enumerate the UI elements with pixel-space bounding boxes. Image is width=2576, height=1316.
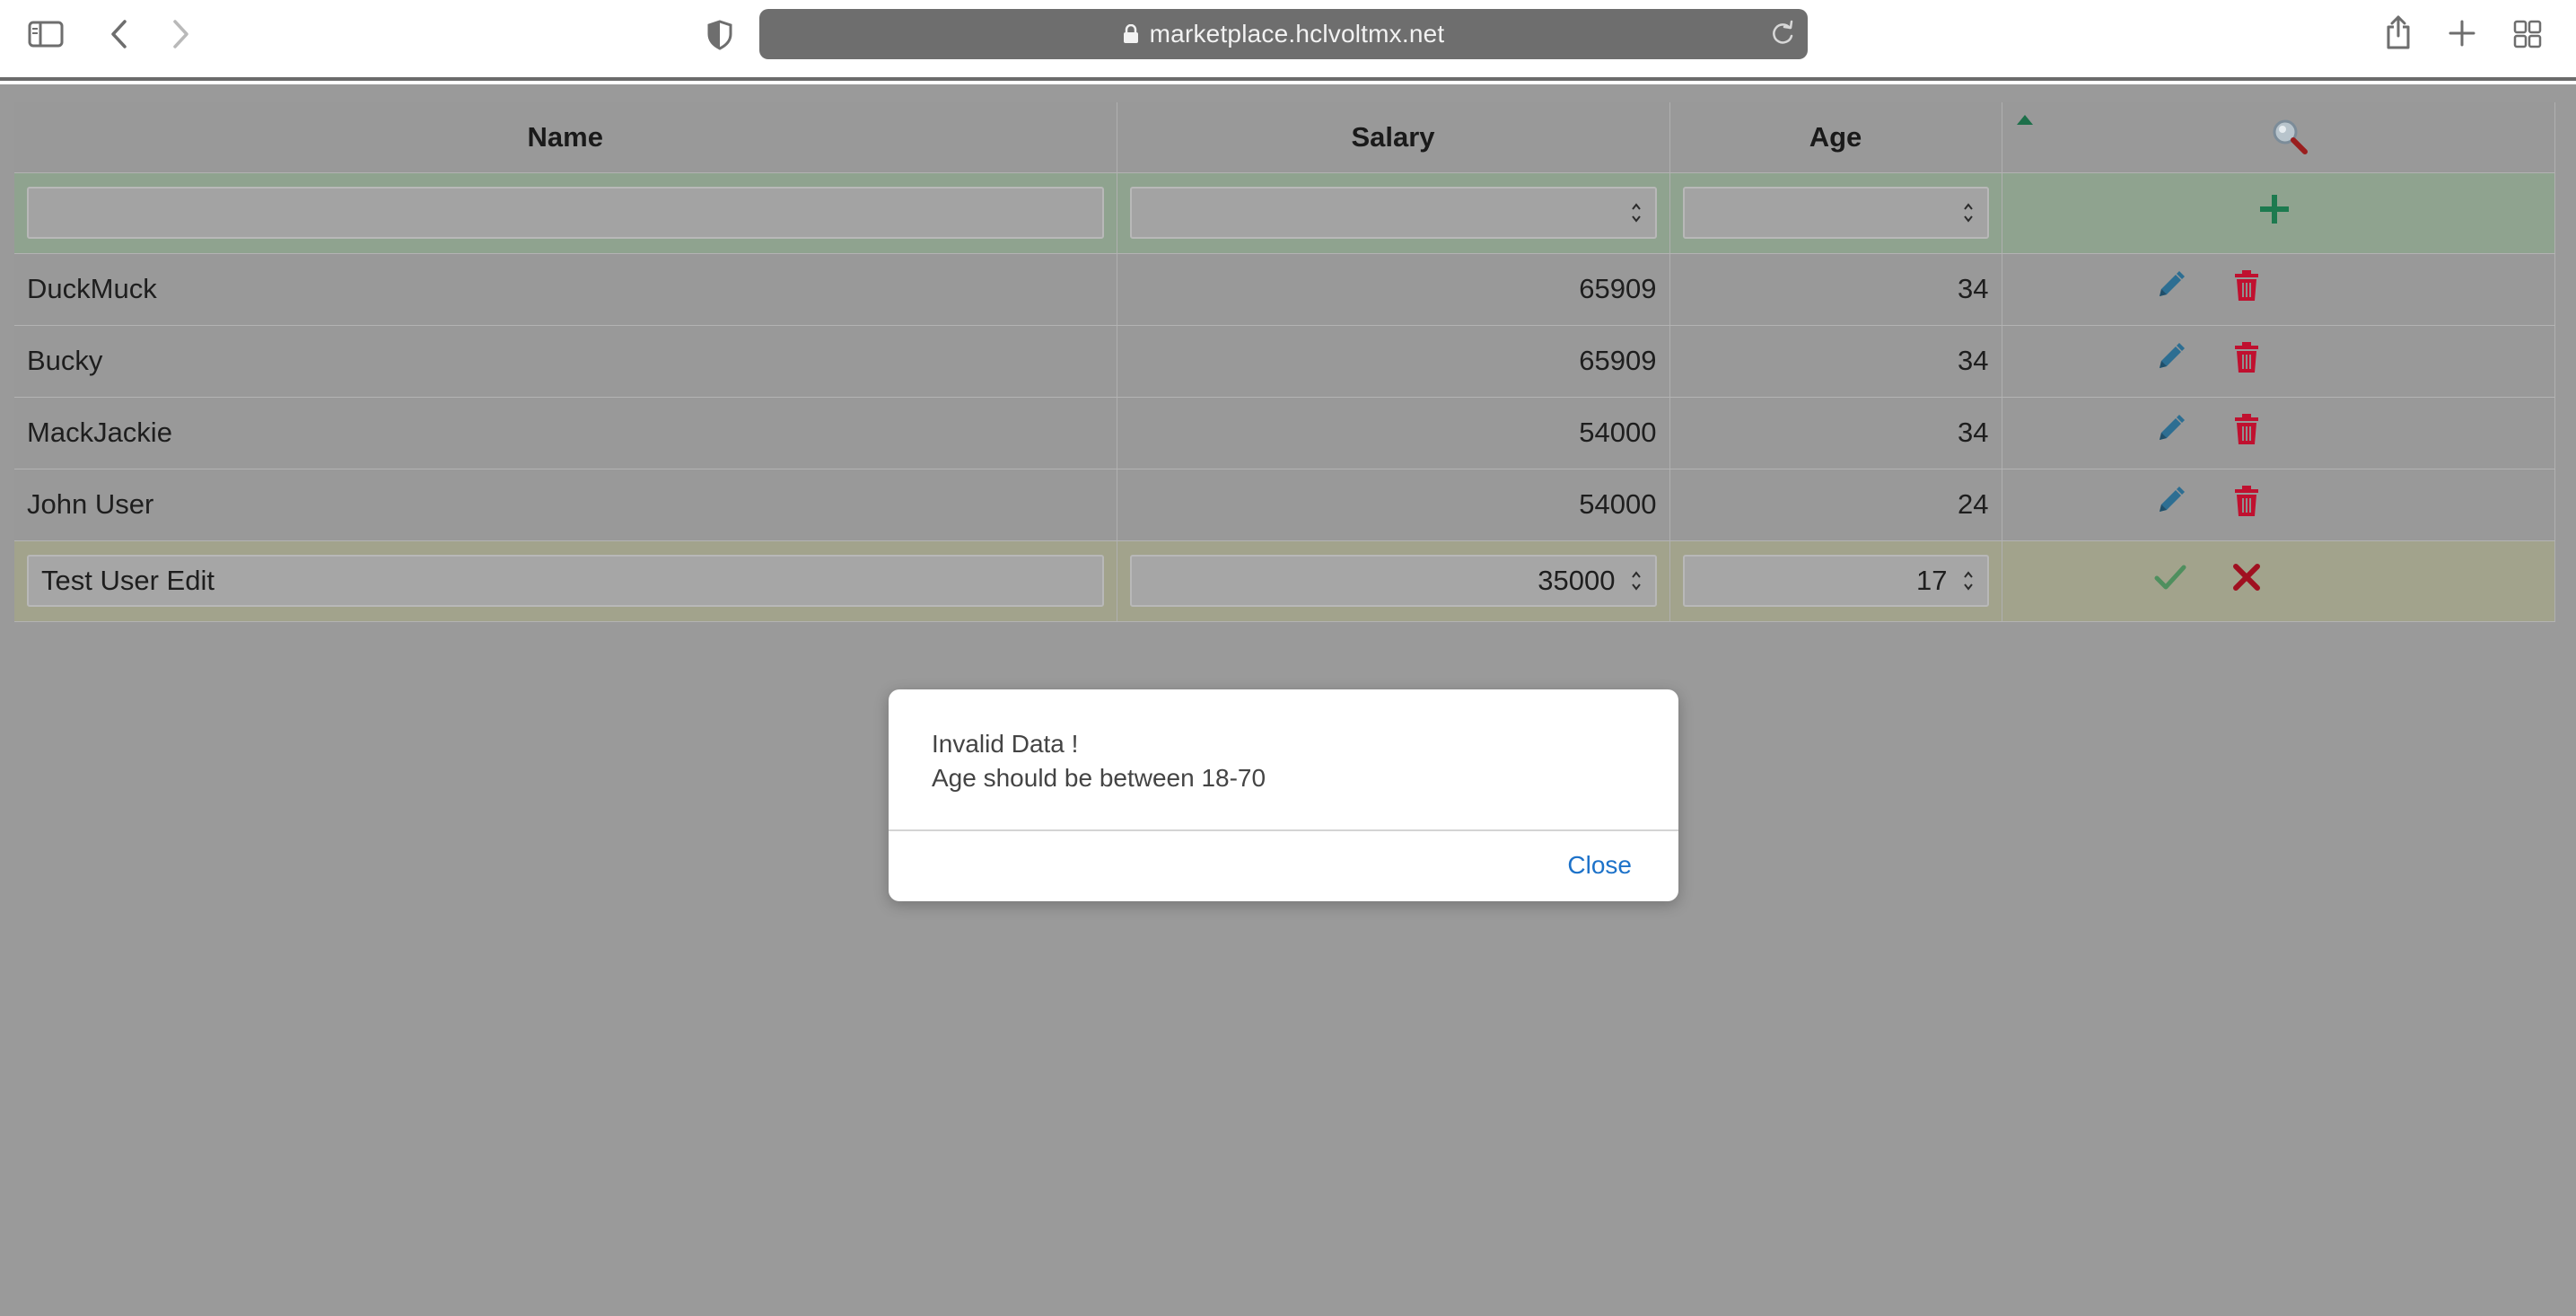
- browser-toolbar: marketplace.hclvoltmx.net: [0, 0, 2576, 81]
- table-row[interactable]: DuckMuck 65909 34: [14, 253, 2555, 326]
- address-bar[interactable]: marketplace.hclvoltmx.net: [759, 9, 1808, 59]
- header-row: Name Salary Age: [14, 102, 2555, 173]
- table-row[interactable]: MackJackie 54000 34: [14, 397, 2555, 469]
- column-header-actions: [2002, 102, 2555, 173]
- lock-icon: [1123, 24, 1139, 44]
- shield-icon[interactable]: [704, 18, 736, 52]
- cell-salary: 65909: [1117, 325, 1670, 398]
- edit-age-value: 17: [1916, 565, 1948, 596]
- spinner-icon[interactable]: [1962, 200, 1975, 225]
- sidebar-icon[interactable]: [27, 20, 65, 48]
- new-name-input[interactable]: [27, 187, 1104, 239]
- data-grid: Name Salary Age DuckMuck 65909 34 Bucky …: [14, 102, 2555, 622]
- plus-icon[interactable]: [2257, 192, 2291, 226]
- new-age-input[interactable]: [1682, 187, 1989, 239]
- search-icon[interactable]: [2270, 117, 2309, 163]
- url-text: marketplace.hclvoltmx.net: [1149, 20, 1445, 48]
- dialog-divider: [889, 829, 1678, 831]
- column-header-name[interactable]: Name: [14, 102, 1117, 173]
- tab-grid-icon[interactable]: [2511, 18, 2544, 50]
- edit-name-input[interactable]: Test User Edit: [27, 555, 1104, 607]
- chevron-left-icon[interactable]: [104, 16, 133, 52]
- new-salary-input[interactable]: [1129, 187, 1657, 239]
- reload-icon[interactable]: [1770, 20, 1795, 47]
- alert-dialog: Invalid Data ! Age should be between 18-…: [889, 689, 1678, 901]
- sort-caret-icon[interactable]: [2016, 115, 2033, 125]
- edit-record-row: Test User Edit 35000 17: [14, 540, 2555, 622]
- share-icon[interactable]: [2382, 13, 2414, 52]
- cell-age: 34: [1669, 253, 2002, 326]
- cell-name: Bucky: [14, 325, 1117, 398]
- spinner-icon[interactable]: [1630, 200, 1643, 225]
- spinner-icon[interactable]: [1630, 568, 1643, 593]
- cell-age: 34: [1669, 325, 2002, 398]
- cell-name: DuckMuck: [14, 253, 1117, 326]
- edit-age-input[interactable]: 17: [1682, 555, 1989, 607]
- dialog-message: Invalid Data ! Age should be between 18-…: [932, 727, 1266, 795]
- pencil-icon[interactable]: [2154, 341, 2186, 373]
- column-header-age[interactable]: Age: [1669, 102, 2002, 173]
- cell-salary: 54000: [1117, 469, 1670, 541]
- chevron-right-icon[interactable]: [167, 16, 196, 52]
- cell-age: 24: [1669, 469, 2002, 541]
- check-icon[interactable]: [2154, 564, 2186, 591]
- spinner-icon[interactable]: [1962, 568, 1975, 593]
- table-row[interactable]: Bucky 65909 34: [14, 325, 2555, 398]
- edit-salary-value: 35000: [1538, 565, 1616, 596]
- dialog-body: Age should be between 18-70: [932, 764, 1266, 792]
- cell-age: 34: [1669, 397, 2002, 469]
- cell-salary: 54000: [1117, 397, 1670, 469]
- trash-icon[interactable]: [2233, 413, 2260, 445]
- pencil-icon[interactable]: [2154, 485, 2186, 517]
- plus-icon[interactable]: [2447, 18, 2477, 48]
- table-row[interactable]: John User 54000 24: [14, 469, 2555, 541]
- trash-icon[interactable]: [2233, 269, 2260, 302]
- x-icon[interactable]: [2233, 564, 2260, 591]
- close-button[interactable]: Close: [1567, 851, 1632, 880]
- cell-name: John User: [14, 469, 1117, 541]
- trash-icon[interactable]: [2233, 341, 2260, 373]
- edit-salary-input[interactable]: 35000: [1129, 555, 1657, 607]
- cell-salary: 65909: [1117, 253, 1670, 326]
- column-header-salary[interactable]: Salary: [1117, 102, 1670, 173]
- trash-icon[interactable]: [2233, 485, 2260, 517]
- pencil-icon[interactable]: [2154, 269, 2186, 302]
- new-record-row: [14, 172, 2555, 254]
- dialog-title: Invalid Data !: [932, 730, 1079, 758]
- pencil-icon[interactable]: [2154, 413, 2186, 445]
- cell-name: MackJackie: [14, 397, 1117, 469]
